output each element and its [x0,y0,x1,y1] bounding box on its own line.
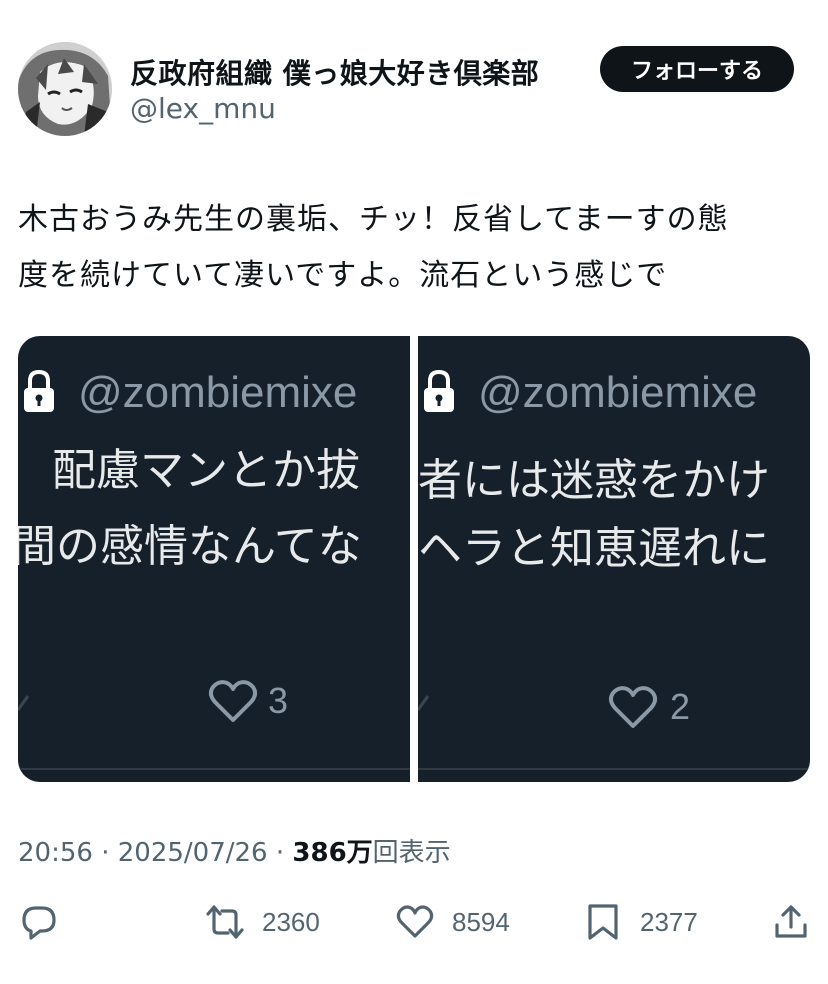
retweet-count: 2360 [262,906,320,937]
screenshot-text-line: 者には迷惑をかけ [418,455,770,506]
media-image-right[interactable]: @zombiemixe 者には迷惑をかけ ヘラと知恵遅れに 2 [418,336,810,782]
action-bar: 2360 8594 2377 [0,894,828,950]
tweet-media[interactable]: @zombiemixe 配慮マンとか拔 間の感情なんてな 3 @zombiemi… [18,336,810,782]
divider [418,768,810,770]
reply-icon [22,906,56,940]
screenshot-handle: @zombiemixe [478,368,758,417]
heart-icon [396,905,434,938]
tweet-text: 木古おうみ先生の裏垢、チッ！反省してまーすの態 度を続けていて凄いですよ。流石と… [18,192,808,304]
screenshot-text-line: 間の感情なんてな [18,521,362,572]
retweet-icon [206,905,244,939]
meta-separator: · [275,838,285,868]
edge-arrow-icon [18,695,30,711]
author-display-name[interactable]: 反政府組織 僕っ娘大好き倶楽部 [130,52,539,92]
retweet-button[interactable]: 2360 [206,894,320,950]
media-image-left[interactable]: @zombiemixe 配慮マンとか拔 間の感情なんてな 3 [18,336,410,782]
heart-icon [208,680,258,722]
like-count: 8594 [452,906,510,937]
lock-icon [24,369,54,412]
tweet-time[interactable]: 20:56 [18,838,93,868]
tweet-date[interactable]: 2025/07/26 [118,838,268,868]
heart-icon [608,686,658,728]
tweet-text-line: 木古おうみ先生の裏垢、チッ！反省してまーすの態 [18,202,729,237]
bookmark-icon [588,904,618,940]
share-icon [775,905,807,938]
divider [18,768,410,770]
share-button[interactable] [772,894,810,950]
views-count: 386万 [292,838,373,868]
follow-button[interactable]: フォローする [600,46,794,92]
tweet-meta: 20:56 · 2025/07/26 · 386万回表示 [18,832,451,869]
author-avatar[interactable] [18,42,112,136]
bookmark-button[interactable]: 2377 [584,894,698,950]
author-handle[interactable]: @lex_mnu [130,92,276,125]
screenshot-like-count: 3 [268,680,289,721]
views-label: 回表示 [372,838,451,868]
lock-icon [424,369,454,412]
screenshot-text-line: ヘラと知恵遅れに [418,523,770,574]
anime-avatar-icon [18,42,112,136]
edge-arrow-icon [418,695,430,711]
screenshot-like-count: 2 [670,686,691,727]
screenshot-text-line: 配慮マンとか拔 [52,445,360,496]
bookmark-count: 2377 [640,906,698,937]
reply-button[interactable] [20,894,58,950]
like-button[interactable]: 8594 [396,894,510,950]
screenshot-handle: @zombiemixe [78,368,358,417]
tweet-text-line: 度を続けていて凄いですよ。流石という感じで [18,258,668,293]
